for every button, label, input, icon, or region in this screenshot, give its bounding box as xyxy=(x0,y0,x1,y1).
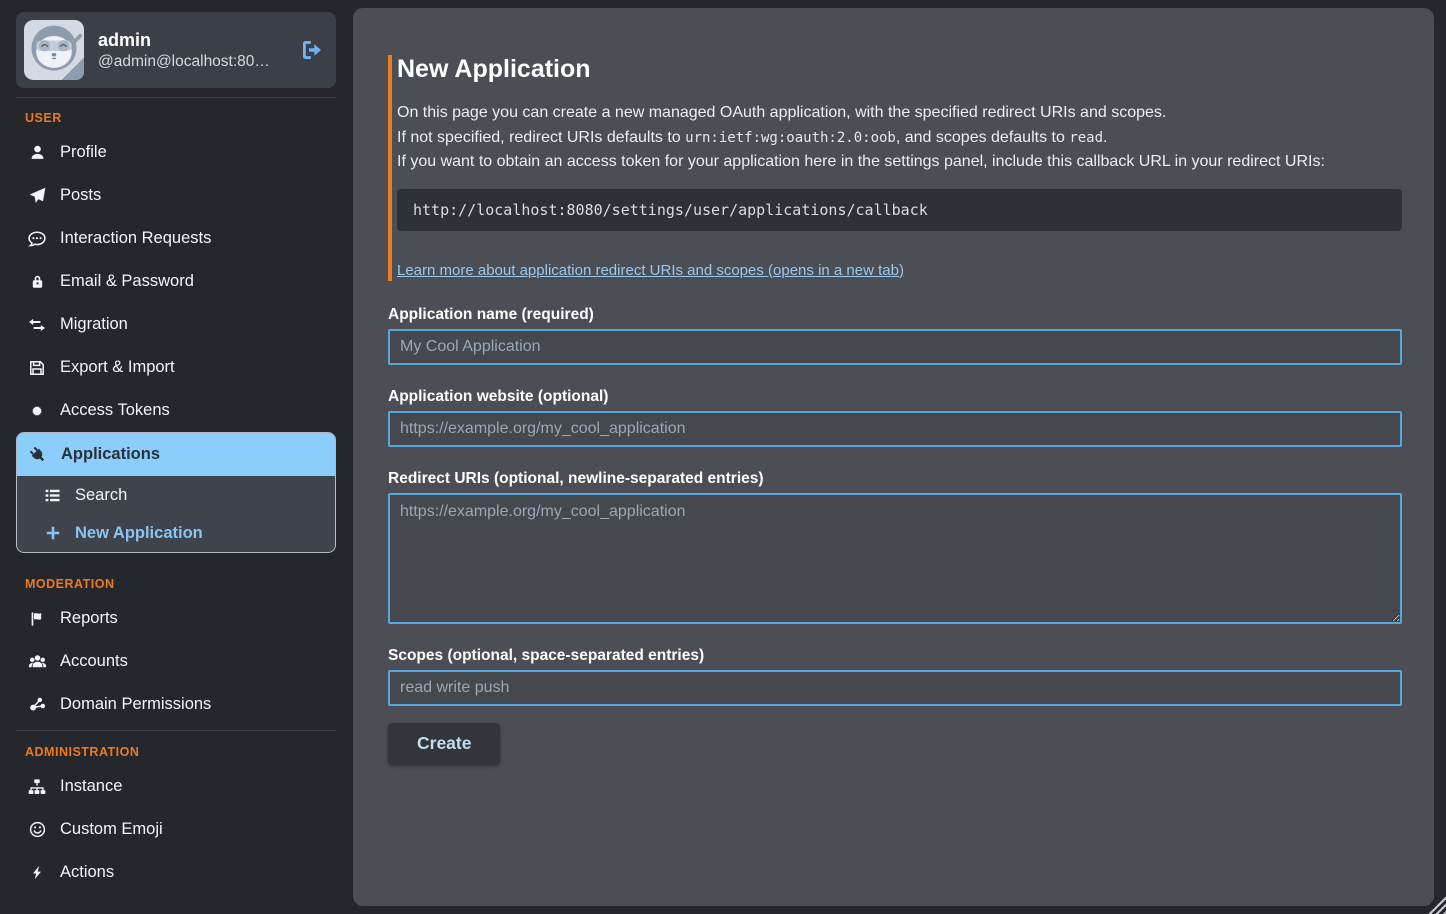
sidebar-nav: USER Profile Posts xyxy=(16,111,336,894)
sidebar-item-email-password[interactable]: Email & Password xyxy=(16,260,336,303)
sidebar-item-label: Profile xyxy=(60,143,107,162)
application-name-label: Application name (required) xyxy=(388,306,1402,324)
sidebar-item-label: Interaction Requests xyxy=(60,229,211,248)
users-icon xyxy=(27,652,47,671)
scopes-input[interactable] xyxy=(388,670,1402,706)
sidebar-item-migration[interactable]: Migration xyxy=(16,303,336,346)
sidebar-item-label: Actions xyxy=(60,863,114,882)
smile-icon xyxy=(27,821,47,838)
sidebar-item-label: New Application xyxy=(75,524,203,543)
sidebar-item-profile[interactable]: Profile xyxy=(16,131,336,174)
sidebar-item-access-tokens[interactable]: Access Tokens xyxy=(16,389,336,432)
page-title: New Application xyxy=(397,55,1402,84)
sidebar-item-label: Email & Password xyxy=(60,272,194,291)
user-card: admin @admin@localhost:80… xyxy=(16,12,336,88)
learn-more-link[interactable]: Learn more about application redirect UR… xyxy=(397,262,904,279)
list-icon xyxy=(43,487,62,504)
sidebar-item-label: Export & Import xyxy=(60,358,175,377)
token-badge-icon xyxy=(27,403,47,419)
application-website-input[interactable] xyxy=(388,411,1402,447)
flag-icon xyxy=(27,611,47,627)
plug-icon xyxy=(28,446,48,464)
sidebar-item-label: Posts xyxy=(60,186,101,205)
sidebar-item-accounts[interactable]: Accounts xyxy=(16,640,336,683)
user-handle: @admin@localhost:80… xyxy=(98,53,286,71)
applications-group: Applications Search xyxy=(16,432,336,553)
sidebar-item-custom-emoji[interactable]: Custom Emoji xyxy=(16,808,336,851)
sidebar-item-label: Reports xyxy=(60,609,118,628)
section-label-user: USER xyxy=(25,111,336,125)
sidebar-item-label: Access Tokens xyxy=(60,401,170,420)
sidebar-item-reports[interactable]: Reports xyxy=(16,597,336,640)
intro-line-3: If you want to obtain an access token fo… xyxy=(397,150,1402,175)
divider xyxy=(16,97,336,98)
divider xyxy=(16,730,336,731)
sidebar-item-label: Instance xyxy=(60,777,122,796)
main-panel: New Application On this page you can cre… xyxy=(353,8,1434,906)
intro-text: If not specified, redirect URIs defaults… xyxy=(397,129,685,146)
sidebar-item-actions[interactable]: Actions xyxy=(16,851,336,894)
sidebar-item-label: Applications xyxy=(61,445,160,464)
sidebar-item-applications[interactable]: Applications xyxy=(17,433,335,476)
intro-line-1: On this page you can create a new manage… xyxy=(397,101,1402,126)
sidebar-item-posts[interactable]: Posts xyxy=(16,174,336,217)
intro-text: . xyxy=(1103,129,1107,146)
sidebar-item-export-import[interactable]: Export & Import xyxy=(16,346,336,389)
new-application-intro: New Application On this page you can cre… xyxy=(388,55,1402,281)
comment-dots-icon xyxy=(27,230,47,248)
floppy-icon xyxy=(27,360,47,376)
intro-text: , and scopes defaults to xyxy=(896,129,1069,146)
callback-url-block: http://localhost:8080/settings/user/appl… xyxy=(397,189,1402,231)
section-label-moderation: MODERATION xyxy=(25,577,336,591)
redirect-uris-textarea[interactable] xyxy=(388,493,1402,624)
user-name: admin xyxy=(98,29,286,52)
sidebar-item-label: Migration xyxy=(60,315,128,334)
application-name-input[interactable] xyxy=(388,329,1402,365)
sidebar-item-interaction-requests[interactable]: Interaction Requests xyxy=(16,217,336,260)
sidebar-item-label: Custom Emoji xyxy=(60,820,163,839)
sidebar-item-label: Domain Permissions xyxy=(60,695,211,714)
plus-icon xyxy=(43,525,62,541)
scopes-label: Scopes (optional, space-separated entrie… xyxy=(388,647,1402,665)
logout-icon[interactable] xyxy=(300,38,324,62)
application-website-label: Application website (optional) xyxy=(388,388,1402,406)
sidebar: admin @admin@localhost:80… USER Profile xyxy=(0,0,353,914)
sitemap-icon xyxy=(27,778,47,796)
bolt-icon xyxy=(27,865,47,880)
user-names: admin @admin@localhost:80… xyxy=(98,29,286,70)
new-application-form: Application name (required) Application … xyxy=(388,306,1402,764)
user-icon xyxy=(27,144,47,161)
sidebar-item-applications-new[interactable]: New Application xyxy=(17,514,335,552)
share-nodes-icon xyxy=(27,696,47,713)
settings-app: admin @admin@localhost:80… USER Profile xyxy=(0,0,1446,914)
sidebar-item-applications-search[interactable]: Search xyxy=(17,476,335,514)
redirect-uris-label: Redirect URIs (optional, newline-separat… xyxy=(388,470,1402,488)
sidebar-item-label: Accounts xyxy=(60,652,128,671)
sidebar-item-instance[interactable]: Instance xyxy=(16,765,336,808)
lock-icon xyxy=(27,274,47,289)
avatar xyxy=(24,20,84,80)
read-code: read xyxy=(1069,130,1103,146)
create-button[interactable]: Create xyxy=(388,723,500,764)
intro-line-2: If not specified, redirect URIs defaults… xyxy=(397,126,1402,151)
exchange-icon xyxy=(27,316,47,334)
paper-plane-icon xyxy=(27,187,47,204)
oob-code: urn:ietf:wg:oauth:2.0:oob xyxy=(685,130,896,146)
sidebar-item-label: Search xyxy=(75,486,127,505)
section-label-administration: ADMINISTRATION xyxy=(25,745,336,759)
sidebar-item-domain-permissions[interactable]: Domain Permissions xyxy=(16,683,336,726)
